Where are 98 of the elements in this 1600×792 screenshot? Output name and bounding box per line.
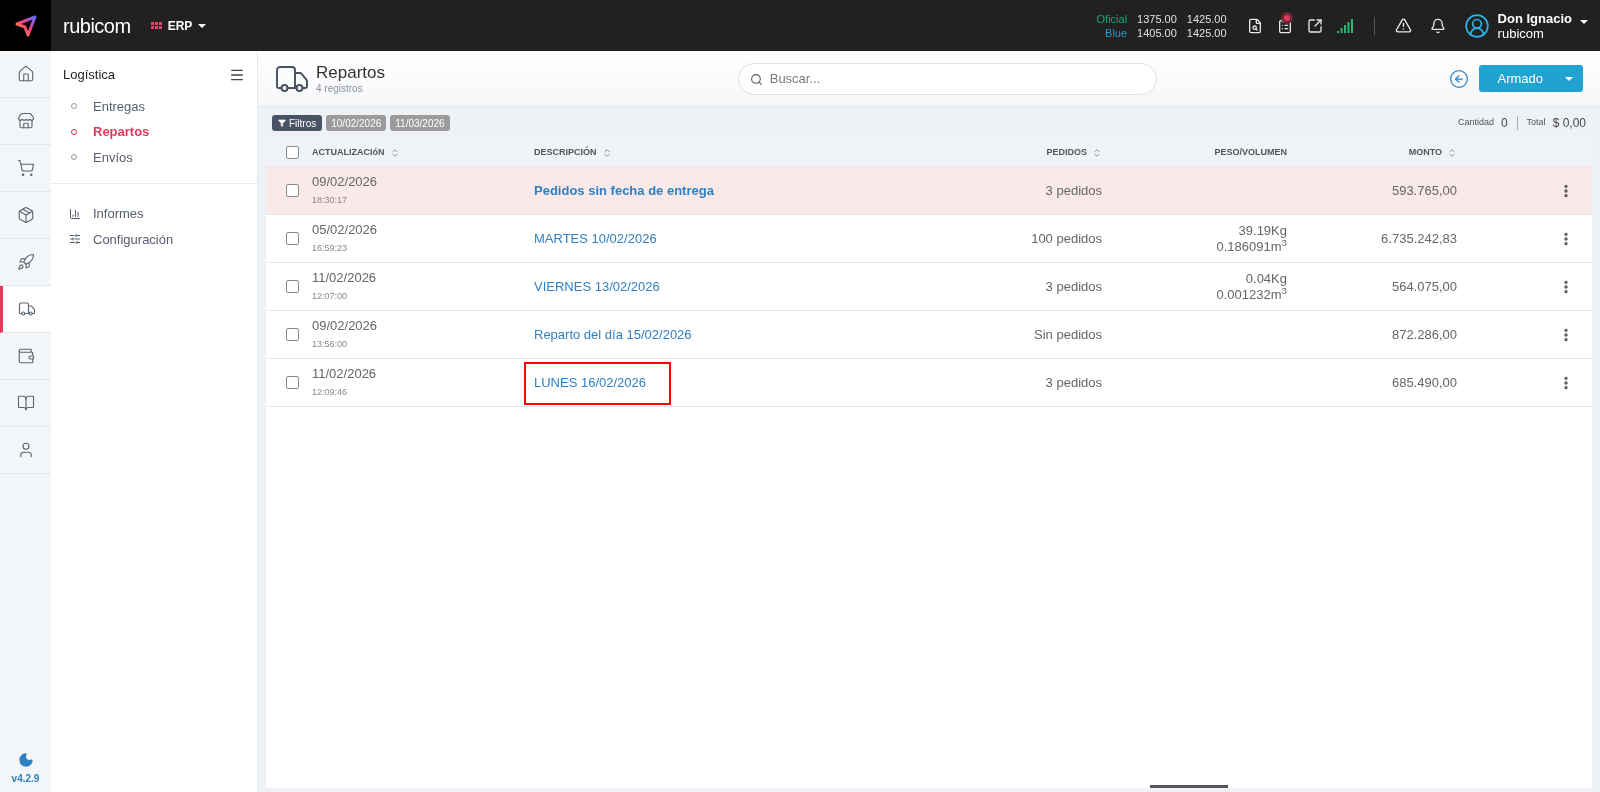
date-cell-text: 11/02/2026 [312, 364, 378, 383]
rate-buy: 1405.00 [1137, 25, 1177, 40]
volume-cell: 0.001232m$^{3}$ [1216, 286, 1287, 303]
table-row[interactable]: 11/02/2026 12:09:46 LUNES 16/02/2026 3 pedidos 685.490,00 [266, 359, 1592, 407]
date-cell-text: 09/02/2026 [312, 172, 379, 191]
caret-icon [198, 23, 207, 28]
description-link[interactable]: VIERNES 13/02/2026 [527, 276, 660, 297]
rate-sell: 1425.00 [1186, 25, 1227, 40]
checkbox[interactable] [286, 232, 299, 245]
rocket-icon [16, 253, 35, 271]
orders-cell-text: 3 pedidos [1044, 277, 1103, 296]
home-icon [16, 65, 35, 83]
search-icon [749, 72, 763, 86]
caret-icon [1565, 76, 1573, 81]
weight-cell-text: 39.19Kg [1238, 222, 1287, 238]
signal-icon [1336, 18, 1354, 33]
user-menu[interactable]: Don Ignacio rubicom [1463, 10, 1588, 41]
sliders-icon [69, 233, 81, 246]
wallet-icon [16, 347, 35, 365]
amount-cell-text: 872.286,00 [1390, 325, 1458, 344]
total-value: $ 0,00 [1552, 115, 1586, 132]
description-link[interactable]: Reparto del día 15/02/2026 [527, 324, 692, 345]
amount-cell-text: 564.075,00 [1390, 277, 1458, 296]
sort-icon [1092, 147, 1102, 158]
time-cell-text: 13:56:00 [312, 337, 349, 351]
time-cell-text: 16:59:23 [312, 241, 349, 255]
cart-icon [16, 159, 35, 177]
sidebar-item[interactable]: Envíos [71, 147, 257, 167]
sidebar-item[interactable]: Entregas [71, 96, 257, 116]
external-link-icon[interactable] [1306, 17, 1323, 34]
rate-sell: 1425.00 [1186, 11, 1227, 26]
filter-icon [278, 119, 286, 127]
quantity-label: Cantidad [1457, 116, 1494, 130]
column-header[interactable]: DESCRIPCIÓN [517, 145, 957, 160]
sidebar-link[interactable]: Informes [69, 204, 257, 224]
column-header[interactable]: PEDIDOS [957, 145, 1122, 160]
user-avatar-icon [1463, 12, 1490, 39]
weight-cell-text: 0.04Kg [1245, 270, 1287, 286]
time-cell-text: 12:09:46 [312, 385, 349, 399]
date-cell-text: 09/02/2026 [312, 316, 379, 335]
user-name: Don Ignacio [1497, 10, 1572, 26]
book-icon [16, 394, 35, 412]
checkbox[interactable] [286, 280, 299, 293]
document-search-icon[interactable] [1246, 17, 1263, 34]
quantity-value: 0 [1500, 115, 1508, 132]
user-company: rubicom [1497, 25, 1544, 41]
description-link[interactable]: MARTES 10/02/2026 [527, 228, 657, 249]
description-link[interactable]: Pedidos sin fecha de entrega [527, 180, 714, 201]
box-icon [16, 206, 35, 224]
grid-icon [150, 22, 162, 29]
volume-cell: 0.186091m$^{3}$ [1216, 238, 1287, 255]
description-link[interactable]: LUNES 16/02/2026 [527, 372, 647, 393]
back-icon[interactable] [1449, 68, 1470, 89]
checkbox[interactable] [286, 146, 299, 159]
warning-icon[interactable] [1394, 17, 1412, 34]
amount-cell-text: 685.490,00 [1390, 373, 1458, 392]
rate-label: Oficial [1096, 11, 1128, 26]
record-count: 4 registros [316, 82, 364, 96]
module-menu[interactable]: ERP [150, 16, 207, 35]
dark-mode-icon[interactable] [17, 752, 34, 768]
bell-icon[interactable] [1429, 17, 1446, 34]
orders-cell-text: 3 pedidos [1044, 181, 1103, 200]
total-label: Total [1526, 116, 1546, 130]
rate-buy: 1375.00 [1137, 11, 1177, 26]
sidebar-title: Logística [63, 66, 116, 84]
time-cell-text: 18:30:17 [312, 193, 349, 207]
chart-icon [69, 207, 81, 220]
date-cell-text: 05/02/2026 [312, 220, 379, 239]
sort-icon [1447, 147, 1457, 158]
checkbox[interactable] [286, 184, 299, 197]
orders-cell-text: 3 pedidos [1044, 373, 1103, 392]
amount-cell-text: 6.735.242,83 [1380, 229, 1458, 248]
logo-icon [13, 13, 38, 38]
rate-label: Blue [1104, 25, 1128, 40]
store-icon [16, 112, 35, 130]
filters-button[interactable]: Filtros [272, 115, 323, 131]
amount-cell-text: 593.765,00 [1390, 181, 1458, 200]
sidebar-link[interactable]: Configuración [69, 229, 257, 249]
sort-icon [389, 147, 400, 158]
column-header: PESO/VOLUMEN [1213, 145, 1288, 159]
orders-cell-text: Sin pedidos [1033, 325, 1103, 344]
rail-item[interactable] [0, 286, 51, 333]
caret-icon [1580, 19, 1588, 24]
version-label: v4.2.9 [11, 772, 40, 786]
date-cell-text: 11/02/2026 [312, 268, 378, 287]
page-title: Repartos [316, 61, 385, 83]
checkbox[interactable] [286, 376, 299, 389]
brand-name: rubicom [63, 13, 131, 39]
truck-icon [18, 300, 36, 318]
orders-cell-text: 100 pedidos [1030, 229, 1103, 248]
sort-icon [601, 147, 612, 158]
column-header[interactable]: ACTUALIZACIóN [305, 145, 517, 160]
column-header[interactable]: MONTO [1307, 145, 1477, 160]
table-row[interactable]: 09/02/2026 18:30:17 Pedidos sin fecha de entrega 3 pedidos 593.765,00 [266, 167, 1592, 215]
search-field[interactable]: Buscar... [737, 62, 1157, 95]
time-cell-text: 12:07:00 [312, 289, 349, 303]
sidebar-item[interactable]: Repartos [71, 122, 257, 142]
checkbox[interactable] [286, 328, 299, 341]
